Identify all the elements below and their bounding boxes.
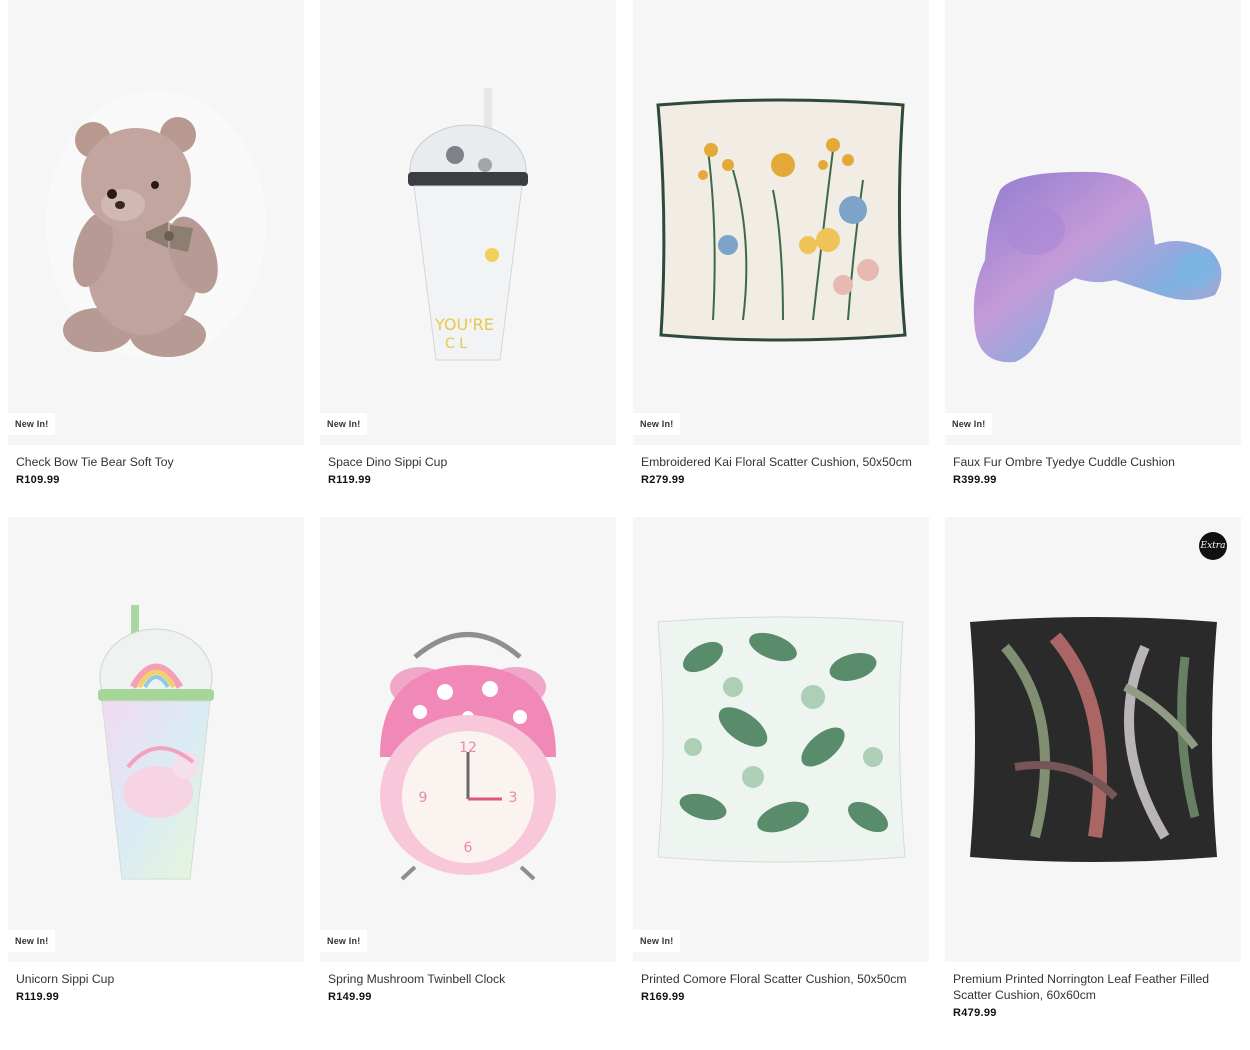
new-in-badge: New In!: [8, 413, 56, 435]
floral-cushion-illustration: [656, 98, 907, 342]
product-price: R479.99: [953, 1007, 997, 1019]
product-price: R119.99: [16, 991, 60, 1003]
product-price: R169.99: [641, 991, 685, 1003]
product-name[interactable]: Printed Comore Floral Scatter Cushion, 5…: [641, 971, 921, 987]
teddy-bear-illustration: [46, 90, 266, 360]
new-in-badge: New In!: [8, 930, 56, 952]
new-in-badge: New In!: [320, 930, 368, 952]
new-in-badge: New In!: [945, 413, 993, 435]
product-name[interactable]: Premium Printed Norrington Leaf Feather …: [953, 971, 1233, 1003]
product-name[interactable]: Unicorn Sippi Cup: [16, 971, 296, 987]
product-price: R119.99: [328, 474, 372, 486]
svg-text:YOU'RE: YOU'RE: [434, 315, 494, 334]
product-price: R279.99: [641, 474, 685, 486]
product-image[interactable]: New In!: [633, 517, 929, 962]
product-name[interactable]: Embroidered Kai Floral Scatter Cushion, …: [641, 454, 921, 470]
green-floral-cushion-illustration: [657, 616, 906, 863]
new-in-badge: New In!: [633, 930, 681, 952]
new-in-badge: New In!: [633, 413, 681, 435]
product-name[interactable]: Check Bow Tie Bear Soft Toy: [16, 454, 296, 470]
leaf-cushion-illustration: [970, 617, 1217, 862]
space-sippi-cup-illustration: YOU'RE C L: [408, 88, 528, 361]
new-in-badge: New In!: [320, 413, 368, 435]
product-price: R149.99: [328, 991, 372, 1003]
extra-badge: Extra: [1199, 532, 1227, 560]
product-image[interactable]: New In!: [8, 0, 304, 445]
svg-text:C L: C L: [445, 336, 467, 352]
product-name[interactable]: Spring Mushroom Twinbell Clock: [328, 971, 608, 987]
product-image[interactable]: New In!: [945, 0, 1241, 445]
product-image[interactable]: 12 3 69 New In!: [320, 517, 616, 962]
product-name[interactable]: Space Dino Sippi Cup: [328, 454, 608, 470]
product-image[interactable]: YOU'RE C L New In!: [320, 0, 616, 445]
product-price: R109.99: [16, 474, 60, 486]
svg-text:3: 3: [509, 790, 518, 806]
product-name[interactable]: Faux Fur Ombre Tyedye Cuddle Cushion: [953, 454, 1233, 470]
product-image[interactable]: New In!: [8, 517, 304, 962]
product-image[interactable]: Extra: [945, 517, 1241, 962]
product-price: R399.99: [953, 474, 997, 486]
svg-text:6: 6: [464, 840, 473, 856]
mushroom-clock-illustration: 123 69: [380, 632, 556, 881]
product-image[interactable]: New In!: [633, 0, 929, 445]
svg-text:9: 9: [419, 790, 428, 806]
cuddle-cushion-illustration: [973, 171, 1222, 363]
unicorn-sippi-cup-illustration: [98, 605, 214, 880]
